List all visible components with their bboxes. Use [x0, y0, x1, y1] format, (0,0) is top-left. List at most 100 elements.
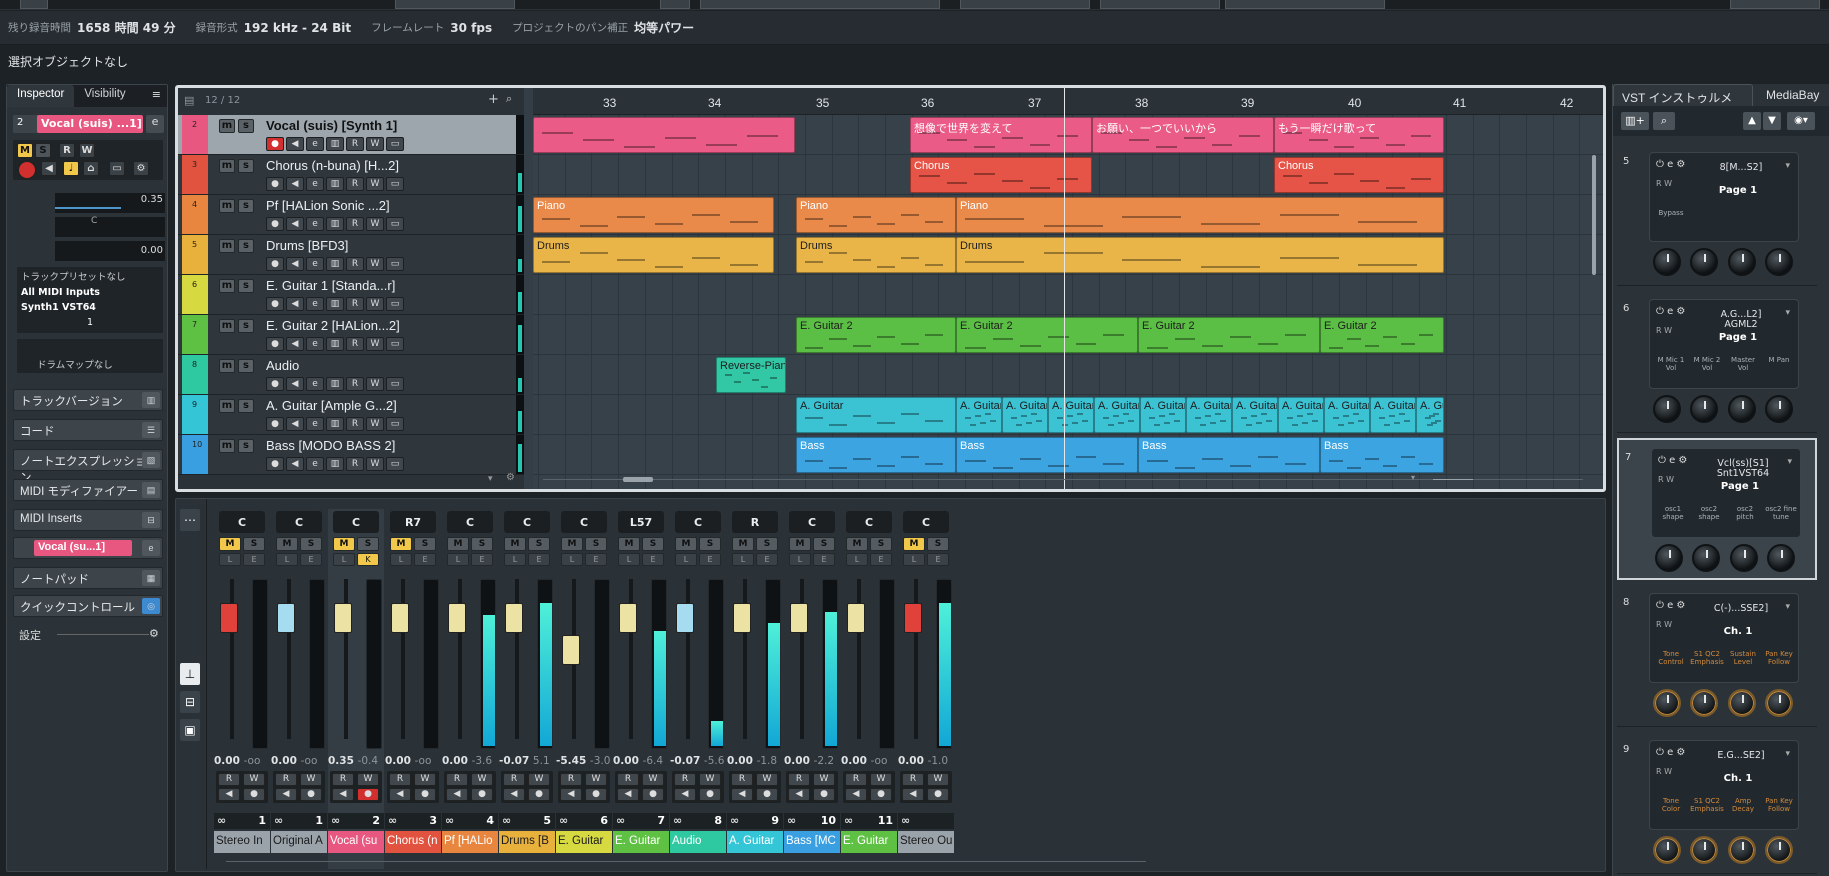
chevron-down-icon[interactable]: ▾ — [1785, 161, 1790, 171]
solo-button[interactable]: S — [243, 537, 265, 551]
pan-control[interactable]: C — [219, 511, 265, 533]
write-button[interactable]: W — [471, 773, 493, 786]
instrument-icon[interactable]: ▥ — [326, 217, 344, 231]
quick-control-knob[interactable] — [1690, 395, 1719, 423]
quick-control-knob[interactable] — [1653, 836, 1681, 864]
lanes-icon[interactable]: ▭ — [386, 297, 404, 311]
solo-button[interactable]: s — [238, 359, 254, 373]
move-up-icon[interactable]: ▲ — [1743, 112, 1761, 130]
midi-part[interactable]: Drums — [533, 237, 774, 273]
pan-control[interactable]: C — [903, 511, 949, 533]
instrument-card[interactable]: ⏻ e ⚙ A.G...L2] AGML2 ▾ R W Page 1 M Mic 1 Vo… — [1649, 299, 1799, 389]
midi-part[interactable]: A. Guitar — [1002, 397, 1048, 433]
write-button[interactable]: W — [699, 773, 721, 786]
midi-part[interactable]: A. Guitar — [1278, 397, 1324, 433]
channel-name[interactable]: Chorus (n — [385, 831, 441, 853]
midi-part[interactable]: もう一瞬だけ歌って — [1274, 117, 1444, 153]
event-lane[interactable]: Piano Piano Piano — [533, 195, 1603, 235]
section-chords[interactable]: コード ☰ — [13, 419, 163, 441]
mixer-menu-icon[interactable]: ⋯ — [180, 509, 200, 531]
record-button[interactable]: ● — [870, 788, 892, 801]
midi-part[interactable]: A. Guitar — [1370, 397, 1416, 433]
mute-button[interactable]: M — [675, 537, 697, 551]
lanes-icon[interactable]: ▭ — [386, 257, 404, 271]
read-button[interactable]: R — [346, 417, 364, 431]
channel-name[interactable]: Stereo Ou — [898, 831, 954, 853]
quick-control-knob[interactable] — [1692, 544, 1721, 572]
link-icon[interactable]: ∞ — [901, 814, 910, 827]
section-midi-modifiers[interactable]: MIDI モディファイアー ▤ — [13, 479, 163, 501]
section-track-versions[interactable]: トラックバージョン ▥ — [13, 389, 163, 411]
mute-button[interactable]: M — [447, 537, 469, 551]
solo-button[interactable]: s — [238, 399, 254, 413]
quick-control-knob[interactable] — [1727, 395, 1756, 423]
instrument-icon[interactable]: ▥ — [326, 457, 344, 471]
edit-icon[interactable]: e — [306, 417, 324, 431]
edit-icon[interactable]: e — [306, 337, 324, 351]
record-enable-button[interactable]: ● — [266, 457, 284, 471]
mute-button[interactable]: M — [17, 143, 33, 158]
read-button[interactable]: R — [389, 773, 411, 786]
zoom-slider[interactable] — [1433, 479, 1473, 480]
track-name[interactable]: A. Guitar [Ample G...2] — [266, 398, 397, 413]
channel-name[interactable]: A. Guitar — [727, 831, 783, 853]
record-button[interactable]: ● — [300, 788, 322, 801]
midi-part[interactable]: A. Guitar — [1048, 397, 1094, 433]
write-button[interactable]: W — [79, 143, 95, 158]
monitor-button[interactable]: ◀ — [286, 377, 304, 391]
write-button[interactable]: W — [366, 297, 384, 311]
instrument-card[interactable]: ⏻ e ⚙ Vcl(ss)[S1] Snt1VST64 ▾ R W Page 1 osc1… — [1651, 448, 1801, 538]
read-button[interactable]: R — [902, 773, 924, 786]
listen-button[interactable]: L — [903, 553, 925, 566]
channel-name[interactable]: Stereo In — [214, 831, 270, 853]
listen-button[interactable]: L — [561, 553, 583, 566]
track-name[interactable]: Bass [MODO BASS 2] — [266, 438, 395, 453]
track-name[interactable]: Pf [HALion Sonic ...2] — [266, 198, 390, 213]
page-label[interactable]: Ch. 1 — [1708, 773, 1768, 784]
record-enable-button[interactable]: ● — [266, 377, 284, 391]
zoom-dropdown-icon[interactable]: ▾ — [1411, 473, 1415, 482]
rec-format-value[interactable]: 192 kHz - 24 Bit — [244, 21, 351, 35]
track-name[interactable]: Drums [BFD3] — [266, 238, 348, 253]
track-name[interactable]: Chorus (n-buna) [H...2] — [266, 158, 399, 173]
record-button[interactable]: ● — [243, 788, 265, 801]
lanes-icon[interactable]: ▭ — [386, 377, 404, 391]
midi-part[interactable]: A. Guitar — [1232, 397, 1278, 433]
link-icon[interactable]: ∞ — [445, 814, 454, 827]
read-button[interactable]: R — [674, 773, 696, 786]
volume-fader[interactable] — [619, 603, 637, 633]
instrument-slot[interactable]: 9 ⏻ e ⚙ E.G...SE2] ▾ R W Ch. 1 Tone Color S1 QC… — [1617, 732, 1817, 874]
volume-readout[interactable]: -0.07 5.1 — [499, 755, 555, 769]
record-button[interactable]: ● — [927, 788, 949, 801]
mute-button[interactable]: M — [846, 537, 868, 551]
midi-part[interactable]: Drums — [956, 237, 1444, 273]
volume-readout[interactable]: 0.35 -0.4 — [328, 755, 384, 769]
record-button[interactable]: ● — [585, 788, 607, 801]
track-9[interactable]: 9 m s A. Guitar [Ample G...2] ● ◀ e ▥ R W ▭ — [178, 395, 524, 435]
solo-button[interactable]: S — [357, 537, 379, 551]
vertical-scrollbar[interactable] — [1588, 115, 1600, 485]
quick-control-knob[interactable] — [1690, 836, 1719, 864]
midi-part[interactable]: Piano — [956, 197, 1444, 233]
track-2[interactable]: 2 m s Vocal (suis) [Synth 1] ● ◀ e ▥ R W ▭ — [178, 115, 524, 155]
mute-button[interactable]: M — [618, 537, 640, 551]
track-name[interactable]: Vocal (suis) [Synth 1] — [266, 118, 397, 133]
write-button[interactable]: W — [366, 457, 384, 471]
monitor-button[interactable]: ◀ — [446, 788, 468, 801]
read-button[interactable]: R — [332, 773, 354, 786]
channel-name[interactable]: Pf [HALio — [442, 831, 498, 853]
quick-control-knob[interactable] — [1655, 544, 1683, 572]
record-button[interactable]: ● — [471, 788, 493, 801]
listen-button[interactable]: L — [846, 553, 868, 566]
write-button[interactable]: W — [927, 773, 949, 786]
record-button[interactable]: ● — [414, 788, 436, 801]
volume-readout[interactable]: 0.00 -6.4 — [613, 755, 669, 769]
rack-scrollbar[interactable] — [1819, 140, 1827, 870]
pan-control[interactable]: C — [561, 511, 607, 533]
monitor-button[interactable]: ◀ — [286, 217, 304, 231]
midi-part[interactable]: A. Guitar — [1140, 397, 1186, 433]
quick-control-knob[interactable] — [1653, 248, 1681, 276]
event-lane[interactable]: Bass Bass Bass Bass — [533, 435, 1603, 475]
faders-icon[interactable]: ⊥ — [180, 663, 200, 685]
record-button[interactable]: ● — [699, 788, 721, 801]
